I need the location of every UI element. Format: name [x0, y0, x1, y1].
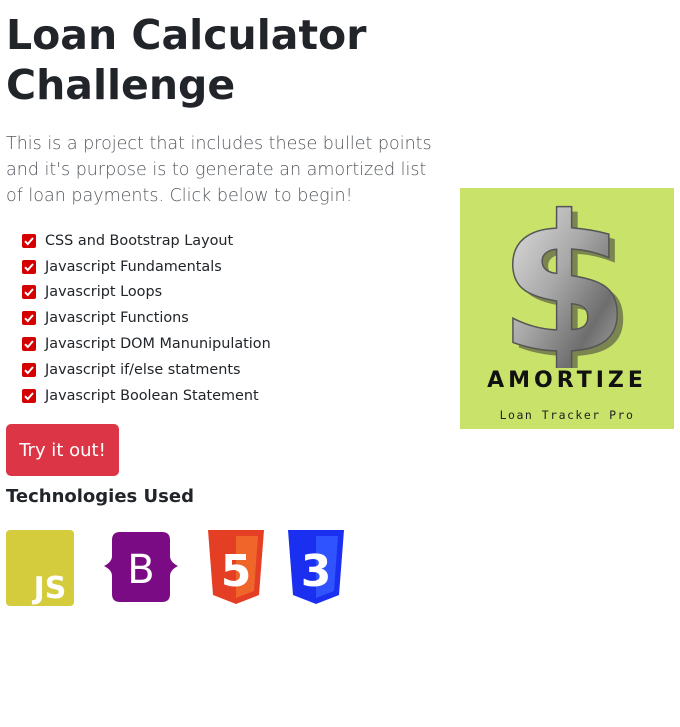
- amortize-logo: $ $ AMORTIZE Loan Tracker Pro: [460, 174, 674, 429]
- try-it-out-button[interactable]: Try it out!: [6, 424, 119, 476]
- checkbox-checked-icon: [22, 233, 36, 248]
- dollar-sign-icon: $ $: [497, 174, 636, 401]
- feature-label: Javascript Loops: [45, 284, 163, 301]
- page-description: This is a project that includes these bu…: [6, 134, 432, 206]
- checkbox-checked-icon: [22, 311, 36, 326]
- checkbox-checked-icon: [22, 259, 36, 274]
- feature-label: Javascript Boolean Statement: [45, 387, 259, 404]
- list-item: Javascript if/else statments: [22, 357, 271, 383]
- bootstrap-icon-label: B: [127, 547, 154, 593]
- css3-icon-label: 3: [301, 546, 332, 597]
- dollar-sign-glyph: $: [498, 188, 630, 368]
- list-item: CSS and Bootstrap Layout: [22, 228, 271, 254]
- checkbox-checked-icon: [22, 362, 36, 377]
- list-item: Javascript Boolean Statement: [22, 383, 271, 409]
- css3-icon: 3: [288, 530, 344, 604]
- feature-label: Javascript if/else statments: [45, 361, 241, 378]
- checkbox-checked-icon: [22, 388, 36, 403]
- feature-label: Javascript DOM Manunipulation: [45, 336, 271, 353]
- html5-icon: 5: [208, 530, 264, 604]
- logo-subtitle: Loan Tracker Pro: [499, 408, 635, 422]
- javascript-icon-label: JS: [32, 571, 67, 606]
- list-item: Javascript Functions: [22, 305, 271, 331]
- logo-title: AMORTIZE: [487, 368, 647, 393]
- list-item: Javascript Fundamentals: [22, 254, 271, 280]
- technologies-heading: Technologies Used: [6, 486, 194, 507]
- checkbox-checked-icon: [22, 337, 36, 352]
- feature-label: CSS and Bootstrap Layout: [45, 232, 234, 249]
- feature-list: CSS and Bootstrap Layout Javascript Fund…: [22, 228, 271, 409]
- page-title: Loan Calculator Challenge: [6, 11, 367, 109]
- list-item: Javascript Loops: [22, 280, 271, 306]
- feature-label: Javascript Fundamentals: [45, 258, 222, 275]
- feature-label: Javascript Functions: [45, 310, 189, 327]
- checkbox-checked-icon: [22, 285, 36, 300]
- javascript-icon: JS: [6, 530, 74, 606]
- list-item: Javascript DOM Manunipulation: [22, 331, 271, 357]
- html5-icon-label: 5: [221, 546, 252, 597]
- bootstrap-icon: B: [104, 532, 178, 602]
